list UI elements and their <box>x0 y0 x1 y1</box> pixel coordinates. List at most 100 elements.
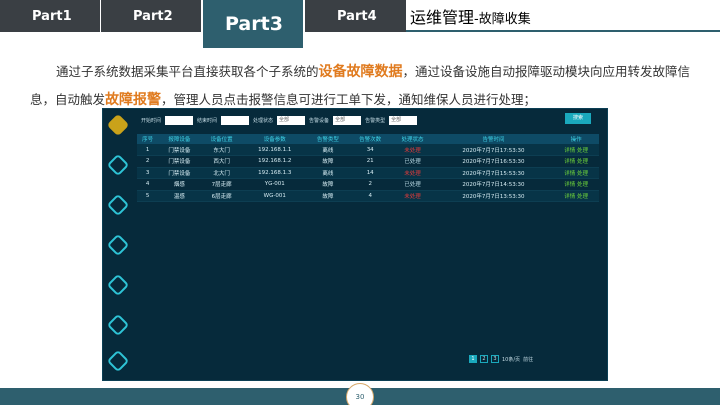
tab-part2[interactable]: Part2 <box>101 0 201 32</box>
table-cell: 3 <box>137 167 159 179</box>
table-cell: 192.168.1.2 <box>242 155 307 168</box>
table-cell: 4 <box>137 178 159 191</box>
table-header-row: 序号 报障设备 设备位置 设备参数 告警类型 告警次数 处理状态 告警时间 操作 <box>137 134 599 144</box>
table-cell: 温感 <box>158 190 201 202</box>
search-button[interactable]: 搜索 <box>565 113 591 124</box>
table-cell: 6层走廊 <box>200 190 243 202</box>
table-cell: 1 <box>137 144 159 156</box>
table-cell: 4 <box>349 190 392 202</box>
table-cell: 192.168.1.1 <box>242 144 307 156</box>
filter-select[interactable] <box>221 115 250 125</box>
table-cell: 2020年7月7日17:53:30 <box>433 144 554 156</box>
nav-hex-icon[interactable] <box>106 313 130 337</box>
table-cell: 北大门 <box>200 167 243 179</box>
column-header: 设备参数 <box>242 134 307 144</box>
table-cell: 2 <box>137 155 159 168</box>
description: 通过子系统数据采集平台直接获取各个子系统的设备故障数据，通过设备设施自动报障驱动… <box>30 58 695 114</box>
page-button[interactable]: 1 <box>469 355 477 363</box>
column-header: 处理状态 <box>391 134 434 144</box>
per-page-select[interactable]: 10条/页 <box>502 356 520 363</box>
table-cell: 故障 <box>306 155 350 168</box>
column-header: 告警类型 <box>306 134 350 144</box>
table-cell: 2020年7月7日15:53:30 <box>433 167 554 179</box>
table-cell: 门禁设备 <box>158 155 201 168</box>
desc-part1: 通过子系统数据采集平台直接获取各个子系统的 <box>56 64 319 79</box>
tab-part3[interactable]: Part3 <box>203 0 303 48</box>
nav-hex-icon[interactable] <box>106 233 130 257</box>
filter-select[interactable]: 全部 <box>277 115 306 125</box>
column-header: 报障设备 <box>158 134 201 144</box>
table-cell[interactable]: 详情 处理 <box>553 178 599 191</box>
filter-select[interactable] <box>165 115 194 125</box>
table-row[interactable]: 3 门禁设备 北大门 192.168.1.3 离线 14 未处理 2020年7月7日15:53… <box>137 167 599 179</box>
page-button[interactable]: 3 <box>491 355 499 363</box>
table-cell: 离线 <box>306 144 350 156</box>
table-cell: WG-001 <box>242 190 307 202</box>
column-header: 操作 <box>553 134 599 144</box>
table-cell: 故障 <box>306 190 350 202</box>
nav-hex-icon[interactable] <box>106 349 130 373</box>
table-cell: 故障 <box>306 178 350 191</box>
filter-label: 开始时间 <box>141 117 162 124</box>
table-cell[interactable]: 详情 处理 <box>553 155 599 168</box>
table-cell: 2 <box>349 178 392 191</box>
table-cell[interactable]: 详情 处理 <box>553 190 599 202</box>
table-cell: 未处理 <box>391 167 434 179</box>
page-title-main: 运维管理 <box>410 8 475 27</box>
table-cell: 14 <box>349 167 392 179</box>
column-header: 序号 <box>137 134 159 144</box>
title-underline <box>406 30 720 32</box>
column-header: 设备位置 <box>200 134 243 144</box>
table-row[interactable]: 2 门禁设备 西大门 192.168.1.2 故障 21 已处理 2020年7月7日16:53… <box>137 155 599 168</box>
table-cell: 离线 <box>306 167 350 179</box>
nav-hex-icon[interactable] <box>106 273 130 297</box>
table-cell: 未处理 <box>391 190 434 202</box>
nav-hex-icon[interactable] <box>106 113 130 137</box>
filter-label: 告警类型 <box>365 117 386 124</box>
page-number: 30 <box>346 383 374 405</box>
table-cell: 烟感 <box>158 178 201 191</box>
fault-table: 序号 报障设备 设备位置 设备参数 告警类型 告警次数 处理状态 告警时间 操作 1 门禁设备 东大… <box>137 134 599 202</box>
table-cell: 已处理 <box>391 178 434 191</box>
table-cell: 已处理 <box>391 155 434 168</box>
filter-label: 处理状态 <box>253 117 274 124</box>
table-cell: 21 <box>349 155 392 168</box>
column-header: 告警次数 <box>349 134 392 144</box>
goto-label: 前往 <box>523 356 534 363</box>
fault-collection-screenshot: 开始时间 结束时间 处理状态 全部 告警设备 全部 告警类型 全部 搜索 序号 报障设备 设备位置… <box>102 108 608 381</box>
desc-highlight-fault-alarm: 故障报警 <box>105 92 162 108</box>
page-title: 运维管理-故障收集 <box>410 4 531 28</box>
table-cell: 34 <box>349 144 392 156</box>
table-cell: 门禁设备 <box>158 167 201 179</box>
table-cell: 2020年7月7日14:53:30 <box>433 178 554 191</box>
table-cell: 7层走廊 <box>200 178 243 191</box>
filter-select[interactable]: 全部 <box>333 115 362 125</box>
table-cell[interactable]: 详情 处理 <box>553 144 599 156</box>
desc-part3: ，管理人员点击报警信息可进行工单下发，通知维保人员进行处理； <box>161 92 537 107</box>
page-button[interactable]: 2 <box>480 355 488 363</box>
filter-bar: 开始时间 结束时间 处理状态 全部 告警设备 全部 告警类型 全部 <box>141 113 418 127</box>
table-row[interactable]: 4 烟感 7层走廊 YG-001 故障 2 已处理 2020年7月7日14:53:30 详情 处… <box>137 178 599 191</box>
table-cell: YG-001 <box>242 178 307 191</box>
page-title-sub: -故障收集 <box>474 12 531 27</box>
table-cell: 东大门 <box>200 144 243 156</box>
table-cell: 5 <box>137 190 159 202</box>
pagination: 1 2 3 10条/页 前往 <box>469 355 533 363</box>
side-nav <box>103 109 133 382</box>
table-row[interactable]: 5 温感 6层走廊 WG-001 故障 4 未处理 2020年7月7日13:53:30 详情 处… <box>137 190 599 202</box>
table-cell: 门禁设备 <box>158 144 201 156</box>
nav-hex-icon[interactable] <box>106 153 130 177</box>
table-cell: 未处理 <box>391 144 434 156</box>
tab-part1[interactable]: Part1 <box>0 0 100 32</box>
filter-label: 告警设备 <box>309 117 330 124</box>
table-cell: 2020年7月7日13:53:30 <box>433 190 554 202</box>
desc-highlight-fault-data: 设备故障数据 <box>318 64 403 80</box>
table-cell: 西大门 <box>200 155 243 168</box>
filter-select[interactable]: 全部 <box>389 115 418 125</box>
table-cell[interactable]: 详情 处理 <box>553 167 599 179</box>
table-cell: 192.168.1.3 <box>242 167 307 179</box>
nav-hex-icon[interactable] <box>106 193 130 217</box>
table-row[interactable]: 1 门禁设备 东大门 192.168.1.1 离线 34 未处理 2020年7月7日17:53… <box>137 144 599 156</box>
tab-part4[interactable]: Part4 <box>305 0 406 32</box>
table-cell: 2020年7月7日16:53:30 <box>433 155 554 168</box>
